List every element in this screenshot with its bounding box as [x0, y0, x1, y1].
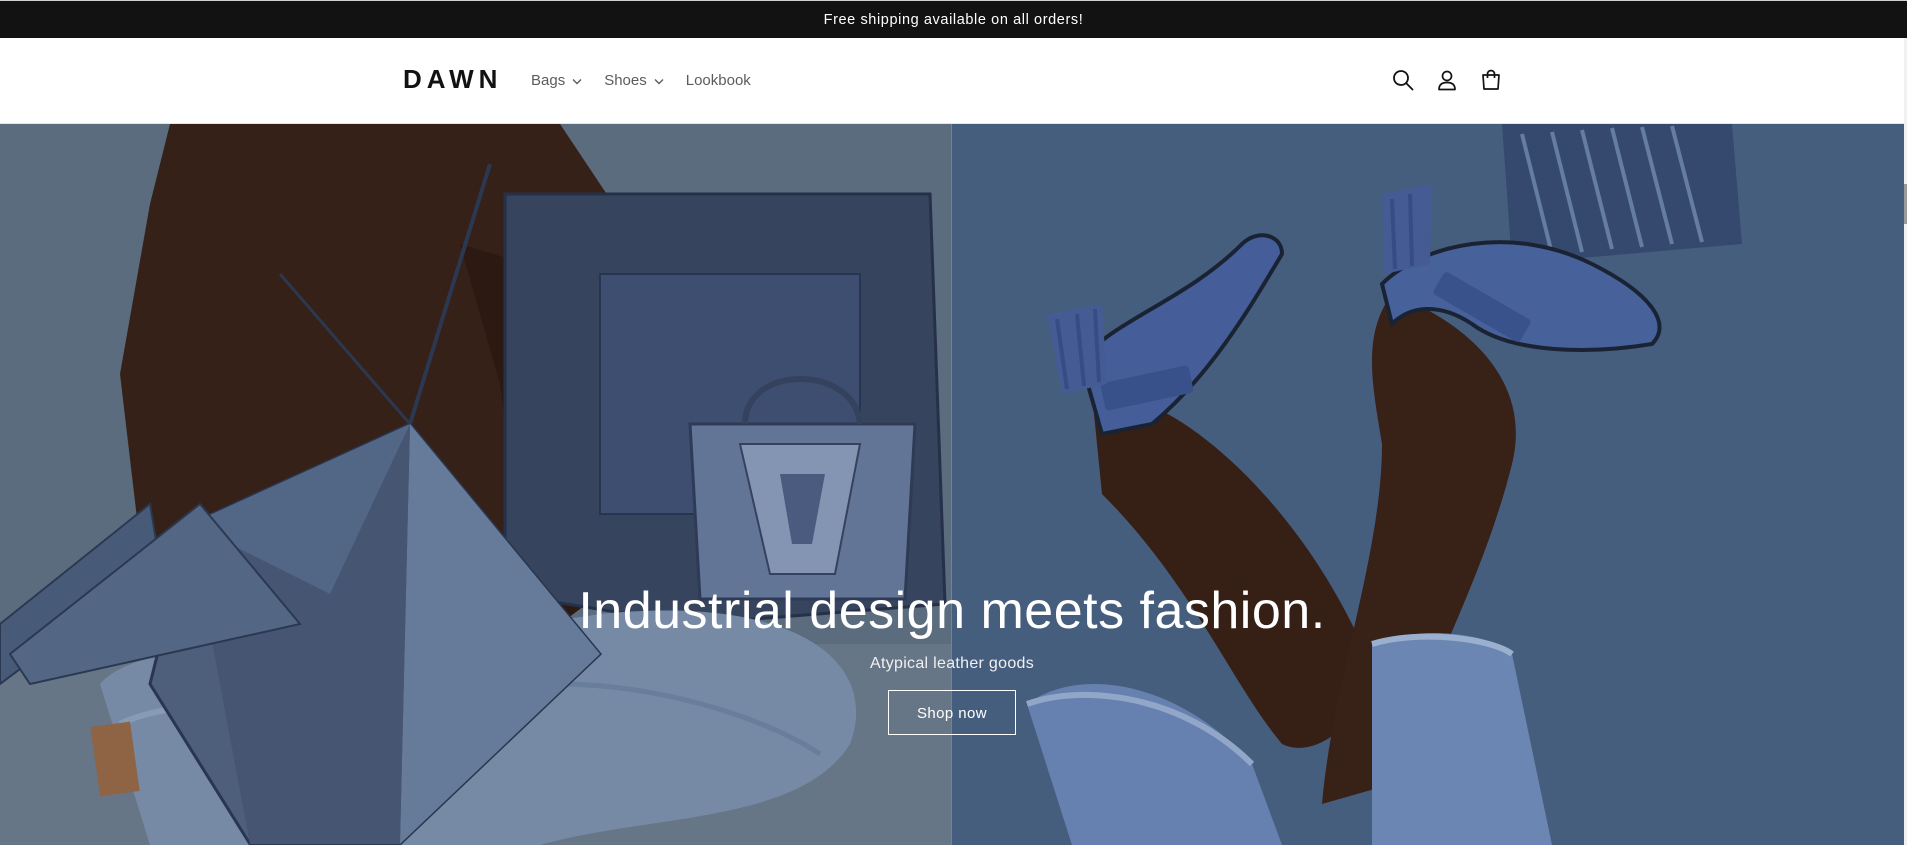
account-icon[interactable]	[1434, 67, 1460, 93]
nav-item-shoes[interactable]: Shoes	[604, 72, 664, 90]
hero-content: Industrial design meets fashion. Atypica…	[0, 579, 1904, 735]
chevron-down-icon	[654, 78, 664, 85]
hero-title: Industrial design meets fashion.	[578, 582, 1326, 640]
nav-item-label: Shoes	[604, 72, 647, 89]
nav-item-bags[interactable]: Bags	[531, 72, 582, 90]
search-icon[interactable]	[1390, 67, 1416, 93]
main-nav: Bags Shoes Lookbook	[531, 72, 773, 90]
announcement-bar: Free shipping available on all orders!	[0, 1, 1907, 38]
site-header: DAWN Bags Shoes Lookbook	[0, 38, 1904, 124]
chevron-down-icon	[572, 78, 582, 85]
shop-now-button[interactable]: Shop now	[888, 690, 1016, 735]
store-logo[interactable]: DAWN	[403, 66, 502, 92]
header-icons	[1390, 67, 1504, 93]
hero-subtitle: Atypical leather goods	[869, 655, 1035, 672]
page-bottom	[0, 845, 1907, 851]
hero-overlay	[0, 124, 1904, 845]
cart-icon[interactable]	[1478, 67, 1504, 93]
nav-item-label: Lookbook	[685, 72, 751, 89]
nav-item-label: Bags	[531, 72, 566, 89]
announcement-text: Free shipping available on all orders!	[823, 11, 1084, 28]
hero-banner: Industrial design meets fashion. Atypica…	[0, 124, 1904, 845]
nav-item-lookbook[interactable]: Lookbook	[686, 72, 751, 90]
